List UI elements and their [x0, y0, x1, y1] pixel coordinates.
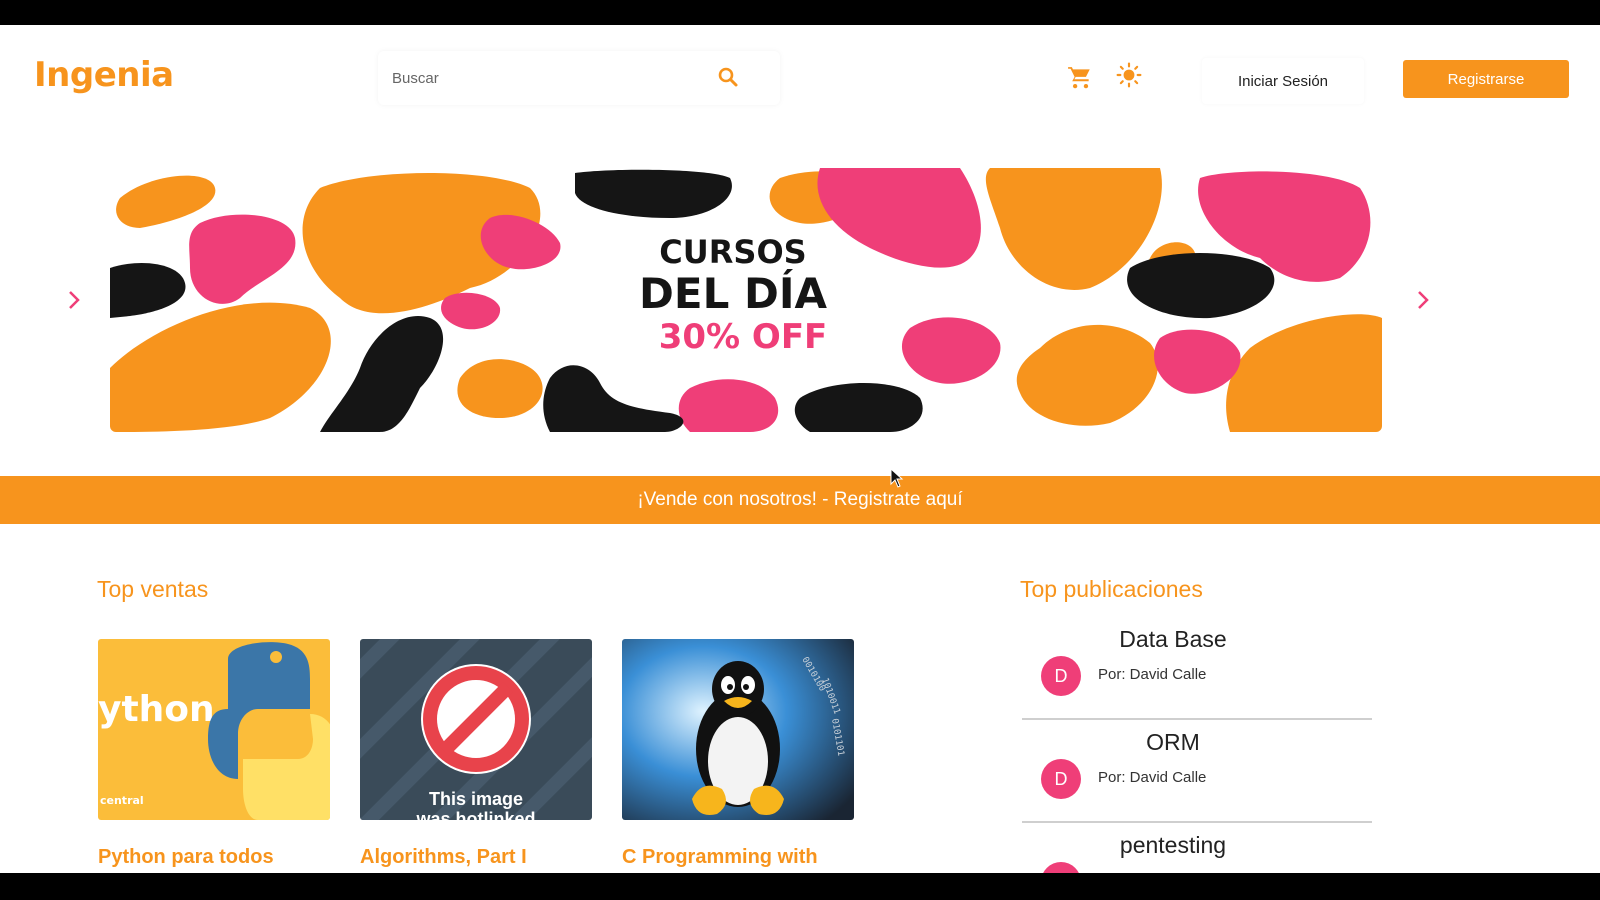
post-author: Por: David Calle	[1098, 666, 1207, 683]
login-button[interactable]: Iniciar Sesión	[1202, 58, 1364, 104]
post-title[interactable]: ORM	[1098, 729, 1248, 756]
course-card[interactable]: 0010100 1010011 0101101 C Programming wi…	[622, 639, 854, 869]
banner-line1: CURSOS	[659, 233, 806, 271]
python-thumb-text: ython	[98, 689, 215, 730]
top-sales-title: Top ventas	[97, 576, 209, 602]
cursor-icon	[890, 468, 904, 488]
post-author: Por: David Calle	[1098, 769, 1207, 786]
cart-icon[interactable]	[1067, 65, 1093, 91]
course-card[interactable]: This image was hotlinked Algorithms, Par…	[360, 639, 592, 869]
python-thumb-sub: central	[100, 794, 144, 807]
page: Ingenia Iniciar Sesión Registrarse	[0, 25, 1600, 873]
post-item[interactable]: pentesting	[1022, 828, 1372, 873]
course-card[interactable]: ython central Python para todos	[98, 639, 330, 869]
hotlink-thumb-sub: was hotlinked	[415, 809, 535, 820]
course-title[interactable]: C Programming with	[622, 846, 854, 869]
avatar: D	[1041, 759, 1081, 799]
avatar	[1041, 862, 1081, 873]
course-title[interactable]: Algorithms, Part I	[360, 846, 592, 869]
top-posts-title: Top publicaciones	[1020, 576, 1203, 602]
avatar: D	[1041, 656, 1081, 696]
course-thumbnail[interactable]: 0010100 1010011 0101101	[622, 639, 854, 820]
chevron-left-icon[interactable]	[64, 288, 84, 312]
banner-line2: DEL DÍA	[639, 268, 827, 318]
sell-with-us-link[interactable]: ¡Vende con nosotros! - Registrate aquí	[637, 489, 962, 511]
banner-line3: 30% OFF	[659, 317, 828, 357]
post-item[interactable]: D ORM Por: David Calle	[1022, 725, 1372, 823]
post-title[interactable]: pentesting	[1098, 832, 1248, 859]
search-box	[378, 51, 780, 105]
sun-icon[interactable]	[1116, 62, 1142, 88]
search-icon[interactable]	[716, 65, 740, 89]
post-item[interactable]: D Data Base Por: David Calle	[1022, 622, 1372, 720]
post-title[interactable]: Data Base	[1098, 626, 1248, 653]
course-thumbnail[interactable]: ython central	[98, 639, 330, 820]
chevron-right-icon[interactable]	[1413, 288, 1433, 312]
logo[interactable]: Ingenia	[34, 55, 174, 95]
course-thumbnail[interactable]: This image was hotlinked	[360, 639, 592, 820]
hotlink-thumb-text: This image	[429, 789, 523, 809]
sell-with-us-strip: ¡Vende con nosotros! - Registrate aquí	[0, 476, 1600, 524]
promo-banner[interactable]: CURSOS DEL DÍA 30% OFF	[110, 168, 1382, 432]
register-button[interactable]: Registrarse	[1403, 60, 1569, 98]
search-input[interactable]	[392, 65, 692, 91]
course-title[interactable]: Python para todos	[98, 846, 330, 869]
